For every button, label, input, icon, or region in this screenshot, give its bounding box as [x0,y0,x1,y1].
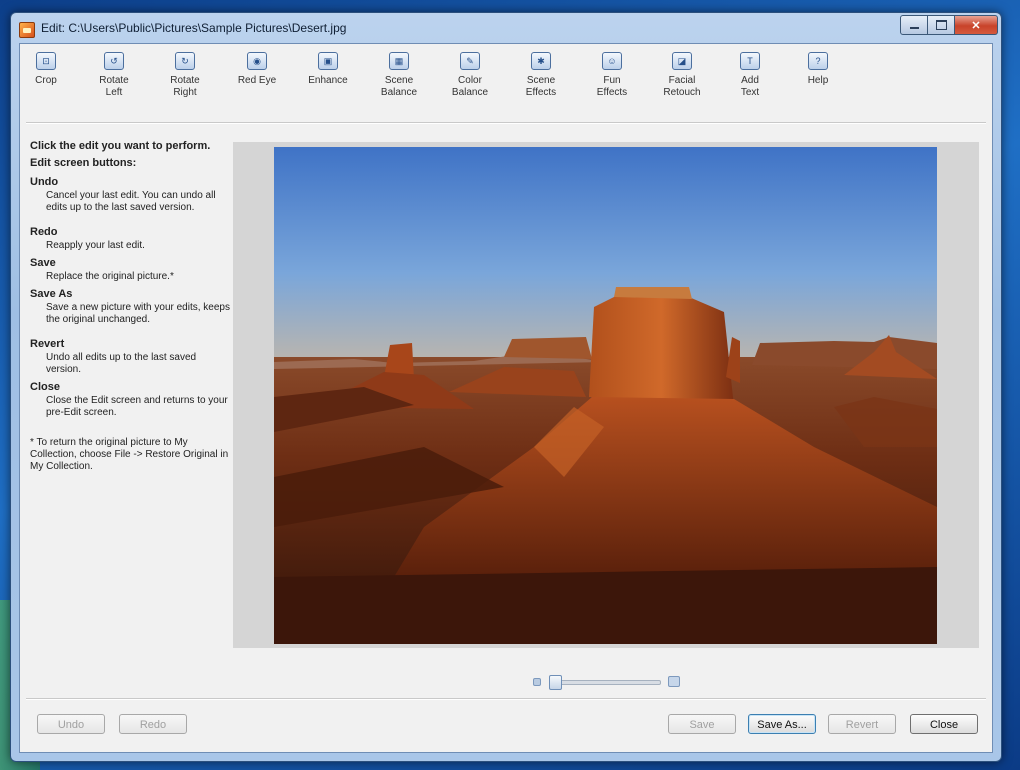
help-item-undo: Undo Cancel your last edit. You can undo… [30,176,230,214]
redo-button[interactable]: Redo [119,714,187,734]
help-term: Save [30,257,56,269]
desert-landscape-image [274,147,937,644]
scene-balance-icon: ▦ [389,52,409,70]
tool-label: Rotate Left [99,75,129,98]
desert-photo [274,147,937,644]
title-bar[interactable]: Edit: C:\Users\Public\Pictures\Sample Pi… [11,13,1001,43]
close-button[interactable]: Close [910,714,978,734]
help-term: Close [30,381,60,393]
image-viewer [233,142,979,648]
close-window-button[interactable]: ✕ [954,15,998,35]
help-footnote: * To return the original picture to My C… [30,437,229,472]
help-heading: Click the edit you want to perform. [30,140,211,152]
zoom-thumb[interactable] [549,675,562,690]
tool-rotate-left[interactable]: ↺ Rotate Left [82,52,146,99]
add-text-icon: T [740,52,760,70]
edit-toolbar: ⊡ Crop ↺ Rotate Left ↻ Rotate Right ◉ Re… [20,44,992,122]
help-item-redo: Redo Reapply your last edit. [30,226,230,252]
help-desc: Save a new picture with your edits, keep… [46,302,230,325]
minimize-button[interactable] [900,15,928,35]
help-term: Save As [30,288,73,300]
rotate-right-icon: ↻ [175,52,195,70]
help-item-revert: Revert Undo all edits up to the last sav… [30,338,230,376]
undo-button[interactable]: Undo [37,714,105,734]
bottom-divider [26,698,986,700]
toolbar-divider [26,122,986,124]
rotate-left-icon: ↺ [104,52,124,70]
tool-label: Scene Effects [525,75,557,98]
tool-scene-balance[interactable]: ▦ Scene Balance [367,52,431,99]
help-desc: Reapply your last edit. [46,240,145,251]
tool-label: Rotate Right [170,75,200,98]
maximize-icon [935,20,947,30]
tool-crop[interactable]: ⊡ Crop [14,52,78,87]
tool-label: Crop [35,75,57,86]
maximize-button[interactable] [927,15,955,35]
zoom-out-icon[interactable] [533,678,541,686]
help-icon: ? [808,52,828,70]
window-title: Edit: C:\Users\Public\Pictures\Sample Pi… [41,21,347,35]
app-icon [19,22,35,38]
help-item-save-as: Save As Save a new picture with your edi… [30,288,230,326]
tool-label: Enhance [308,75,348,86]
help-desc: Undo all edits up to the last saved vers… [46,352,197,375]
tool-label: Help [807,75,829,86]
zoom-slider[interactable] [531,675,681,690]
help-term: Undo [30,176,59,188]
tool-label: Scene Balance [380,75,418,98]
help-item-save: Save Replace the original picture.* [30,257,230,283]
tool-add-text[interactable]: T Add Text [718,52,782,99]
help-desc: Close the Edit screen and returns to you… [46,395,228,418]
zoom-track[interactable] [551,680,661,685]
crop-icon: ⊡ [36,52,56,70]
edit-window: Edit: C:\Users\Public\Pictures\Sample Pi… [10,12,1002,762]
tool-fun-effects[interactable]: ☺ Fun Effects [580,52,644,99]
enhance-icon: ▣ [318,52,338,70]
zoom-in-icon[interactable] [668,676,680,687]
facial-retouch-icon: ◪ [672,52,692,70]
revert-button[interactable]: Revert [828,714,896,734]
help-term: Redo [30,226,58,238]
help-subheading: Edit screen buttons: [30,157,137,169]
tool-help[interactable]: ? Help [786,52,850,87]
fun-effects-icon: ☺ [602,52,622,70]
save-button[interactable]: Save [668,714,736,734]
help-term: Revert [30,338,65,350]
tool-label: Facial Retouch [663,75,701,98]
tool-label: Color Balance [451,75,489,98]
help-item-close: Close Close the Edit screen and returns … [30,381,230,419]
tool-color-balance[interactable]: ✎ Color Balance [438,52,502,99]
close-icon: ✕ [971,19,981,32]
editor-client-area: ⊡ Crop ↺ Rotate Left ↻ Rotate Right ◉ Re… [19,43,993,753]
tool-red-eye[interactable]: ◉ Red Eye [225,52,289,87]
tool-label: Add Text [740,75,760,98]
tool-enhance[interactable]: ▣ Enhance [296,52,360,87]
tool-label: Fun Effects [596,75,628,98]
minimize-icon [909,27,919,29]
scene-effects-icon: ✱ [531,52,551,70]
red-eye-icon: ◉ [247,52,267,70]
color-balance-icon: ✎ [460,52,480,70]
tool-facial-retouch[interactable]: ◪ Facial Retouch [650,52,714,99]
tool-label: Red Eye [237,75,277,86]
save-as-button[interactable]: Save As... [748,714,816,734]
help-desc: Replace the original picture.* [46,271,174,282]
tool-scene-effects[interactable]: ✱ Scene Effects [509,52,573,99]
help-panel: Click the edit you want to perform. Edit… [30,140,230,473]
tool-rotate-right[interactable]: ↻ Rotate Right [153,52,217,99]
help-desc: Cancel your last edit. You can undo all … [46,190,216,213]
